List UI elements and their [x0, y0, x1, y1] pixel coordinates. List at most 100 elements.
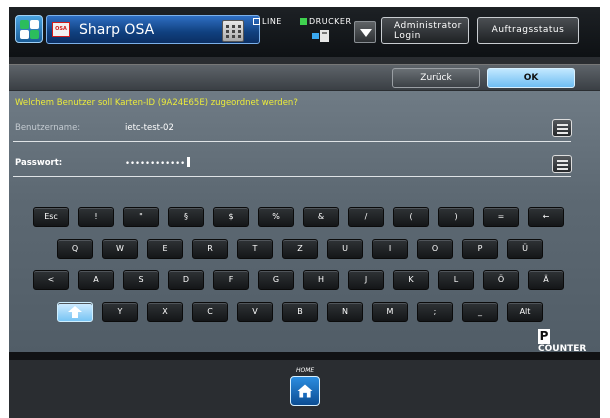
app-grid-icon[interactable]: [15, 15, 43, 43]
pcounter-logo-letter: P: [538, 329, 550, 344]
key-label: S: [138, 275, 144, 284]
key-label: P: [477, 244, 483, 253]
key-label: E: [162, 244, 168, 253]
key-2-5[interactable]: G: [258, 270, 294, 290]
back-button[interactable]: Zurück: [392, 68, 480, 88]
password-keyboard-icon[interactable]: [552, 155, 572, 173]
key-label: !: [94, 212, 98, 221]
key-label: K: [408, 275, 414, 284]
top-bar: OSA Sharp OSA LINE DRUCKER Administrator…: [9, 7, 600, 57]
key-1-0[interactable]: Q: [57, 239, 93, 259]
key-3-1[interactable]: Y: [102, 302, 138, 322]
key-label: D: [182, 275, 190, 284]
key-0-9[interactable]: ): [438, 207, 474, 227]
key-label: Y: [117, 307, 123, 316]
app-title: Sharp OSA: [79, 22, 155, 38]
key-2-0[interactable]: <: [33, 270, 69, 290]
key-2-8[interactable]: K: [393, 270, 429, 290]
password-field[interactable]: ••••••••••••: [125, 157, 191, 169]
key-label: ): [454, 212, 458, 221]
key-0-7[interactable]: /: [348, 207, 384, 227]
key-3-5[interactable]: B: [282, 302, 318, 322]
key-3-7[interactable]: M: [372, 302, 408, 322]
key-2-10[interactable]: Ö: [483, 270, 519, 290]
key-label: R: [207, 244, 213, 253]
shift-key[interactable]: [57, 302, 93, 322]
key-label: /: [364, 212, 368, 221]
key-3-3[interactable]: C: [192, 302, 228, 322]
home-button[interactable]: [290, 376, 320, 406]
key-2-3[interactable]: D: [168, 270, 204, 290]
key-label: T: [252, 244, 258, 253]
key-1-6[interactable]: U: [327, 239, 363, 259]
key-1-4[interactable]: T: [237, 239, 273, 259]
key-label: ": [139, 212, 143, 221]
key-0-10[interactable]: =: [483, 207, 519, 227]
key-3-9[interactable]: _: [462, 302, 498, 322]
key-label: Ö: [497, 275, 505, 284]
key-1-9[interactable]: P: [462, 239, 498, 259]
key-3-10[interactable]: Alt: [507, 302, 543, 322]
username-label: Benutzername:: [15, 123, 81, 133]
key-2-2[interactable]: S: [123, 270, 159, 290]
key-label: F: [228, 275, 234, 284]
key-label: O: [431, 244, 439, 253]
key-0-4[interactable]: $: [213, 207, 249, 227]
ok-button[interactable]: OK: [487, 68, 575, 88]
key-1-2[interactable]: E: [147, 239, 183, 259]
admin-label-line1: Administrator: [394, 21, 462, 31]
admin-label-line2: Login: [394, 31, 421, 41]
job-status-button[interactable]: Auftragsstatus: [477, 17, 579, 44]
key-1-7[interactable]: I: [372, 239, 408, 259]
password-underline: [13, 176, 571, 177]
key-1-8[interactable]: O: [417, 239, 453, 259]
key-1-5[interactable]: Z: [282, 239, 318, 259]
key-0-3[interactable]: §: [168, 207, 204, 227]
line-checkbox-icon: [253, 18, 260, 25]
home-icon: [297, 384, 313, 398]
key-2-7[interactable]: J: [348, 270, 384, 290]
key-2-6[interactable]: H: [303, 270, 339, 290]
key-label: §: [184, 212, 188, 221]
status-dropdown-button[interactable]: [354, 21, 376, 43]
key-label: $: [228, 212, 234, 221]
key-1-10[interactable]: Ü: [507, 239, 543, 259]
username-underline: [13, 141, 571, 142]
key-1-1[interactable]: W: [102, 239, 138, 259]
key-label: <: [47, 275, 55, 284]
bottom-divider: [9, 352, 600, 360]
key-label: G: [272, 275, 280, 284]
username-keyboard-icon[interactable]: [552, 119, 572, 137]
key-label: Ü: [522, 244, 528, 253]
key-2-11[interactable]: Ä: [528, 270, 564, 290]
key-label: M: [386, 307, 394, 316]
key-0-1[interactable]: !: [78, 207, 114, 227]
key-label: Esc: [44, 212, 58, 221]
key-0-8[interactable]: (: [393, 207, 429, 227]
key-0-6[interactable]: &: [303, 207, 339, 227]
key-2-1[interactable]: A: [78, 270, 114, 290]
key-2-4[interactable]: F: [213, 270, 249, 290]
key-3-8[interactable]: ;: [417, 302, 453, 322]
key-label: I: [388, 244, 392, 253]
key-2-9[interactable]: L: [438, 270, 474, 290]
key-3-2[interactable]: X: [147, 302, 183, 322]
key-3-6[interactable]: N: [327, 302, 363, 322]
key-label: ;: [433, 307, 437, 316]
status-printer: DRUCKER: [300, 17, 352, 26]
key-label: &: [317, 212, 325, 221]
key-0-2[interactable]: ": [123, 207, 159, 227]
keypad-icon[interactable]: [222, 20, 244, 42]
key-3-4[interactable]: V: [237, 302, 273, 322]
status-printer-label: DRUCKER: [309, 17, 352, 26]
key-label: ←: [542, 212, 550, 221]
key-1-3[interactable]: R: [192, 239, 228, 259]
username-field[interactable]: ietc-test-02: [125, 123, 174, 133]
key-label: L: [453, 275, 459, 284]
key-0-11[interactable]: ←: [528, 207, 564, 227]
key-0-0[interactable]: Esc: [33, 207, 69, 227]
key-0-5[interactable]: %: [258, 207, 294, 227]
key-label: =: [497, 212, 505, 221]
printer-status-led-icon: [300, 18, 307, 25]
administrator-login-button[interactable]: Administrator Login: [381, 17, 469, 44]
